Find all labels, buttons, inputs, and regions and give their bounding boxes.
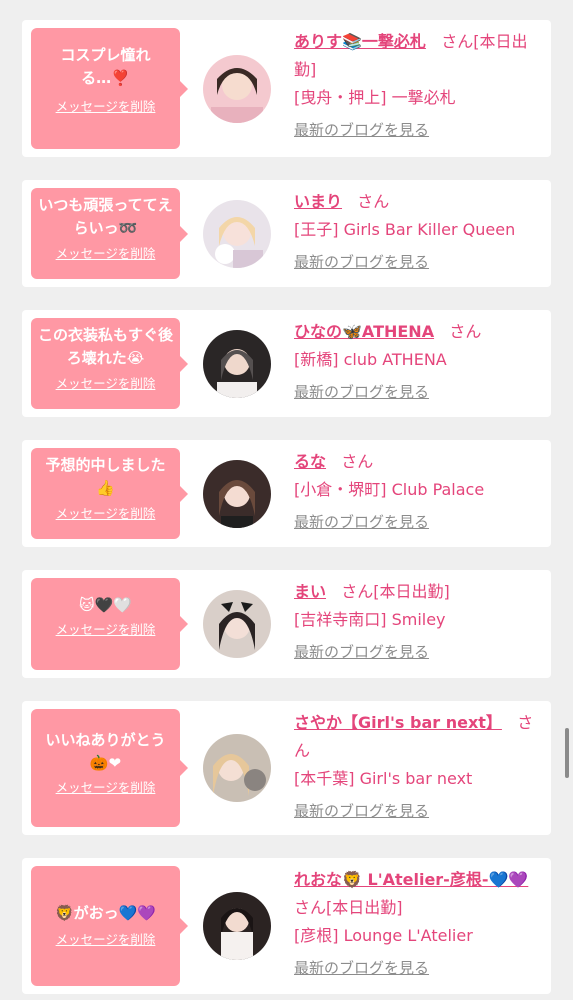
san-suffix: さん — [341, 452, 374, 471]
today-badge: [本日出勤] — [373, 582, 450, 601]
shop-label: [王子] Girls Bar Killer Queen — [294, 220, 516, 239]
delete-message-link[interactable]: メッセージを削除 — [31, 619, 180, 638]
san-suffix: さん — [357, 192, 390, 211]
shop-label: [彦根] Lounge L'Atelier — [294, 926, 473, 945]
latest-blog-link[interactable]: 最新のブログを見る — [294, 954, 544, 982]
message-card: 🐱🖤🤍 メッセージを削除 まい さん[本日出勤] [吉祥寺南口] Smiley … — [22, 570, 551, 678]
cast-name-link[interactable]: れおな🦁 L'Atelier-彦根-💙💜 — [294, 870, 528, 889]
latest-blog-link[interactable]: 最新のブログを見る — [294, 378, 544, 406]
message-text: コスプレ憧れる…❣️ — [60, 46, 151, 87]
san-suffix: さん — [294, 898, 327, 917]
cast-name-link[interactable]: まい — [294, 582, 326, 601]
cast-info: さやか【Girl's bar next】 さん [本千葉] Girl's bar… — [294, 709, 544, 825]
message-card: いつも頑張っててえらいっ➿ メッセージを削除 いまり さん [王子] Girls… — [22, 180, 551, 287]
shop-label: [小倉・堺町] Club Palace — [294, 480, 485, 499]
cast-info: れおな🦁 L'Atelier-彦根-💙💜 さん[本日出勤] [彦根] Loung… — [294, 866, 544, 982]
latest-blog-link[interactable]: 最新のブログを見る — [294, 116, 544, 144]
today-badge: [本日出勤] — [326, 898, 403, 917]
message-card: 🦁がおっ💙💜 メッセージを削除 れおな🦁 L'Atelier-彦根-💙💜 さん[… — [22, 858, 551, 994]
san-suffix: さん — [341, 582, 374, 601]
message-text: 予想的中しました👍 — [45, 456, 166, 497]
cast-name-link[interactable]: ありす📚一撃必札 — [294, 32, 426, 51]
cast-name-link[interactable]: いまり — [294, 192, 342, 211]
message-card: 予想的中しました👍 メッセージを削除 るな さん [小倉・堺町] Club Pa… — [22, 440, 551, 547]
san-suffix: さん — [441, 32, 474, 51]
message-bubble: 🐱🖤🤍 メッセージを削除 — [31, 578, 188, 670]
shop-label: [曳舟・押上] 一撃必札 — [294, 88, 456, 107]
latest-blog-link[interactable]: 最新のブログを見る — [294, 638, 544, 666]
delete-message-link[interactable]: メッセージを削除 — [31, 373, 180, 392]
message-bubble: コスプレ憧れる…❣️ メッセージを削除 — [31, 28, 188, 149]
message-bubble: この衣装私もすぐ後ろ壊れた😭 メッセージを削除 — [31, 318, 188, 409]
cast-info: いまり さん [王子] Girls Bar Killer Queen 最新のブロ… — [294, 188, 544, 276]
avatar[interactable] — [203, 892, 271, 960]
message-bubble: いつも頑張っててえらいっ➿ メッセージを削除 — [31, 188, 188, 279]
cast-name-link[interactable]: るな — [294, 452, 326, 471]
message-card: いいねありがとう🎃❤ メッセージを削除 さやか【Girl's bar next】… — [22, 701, 551, 835]
avatar[interactable] — [203, 590, 271, 658]
delete-message-link[interactable]: メッセージを削除 — [31, 96, 180, 115]
avatar[interactable] — [203, 330, 271, 398]
message-text: いつも頑張っててえらいっ➿ — [38, 196, 173, 237]
avatar[interactable] — [203, 460, 271, 528]
message-card: コスプレ憧れる…❣️ メッセージを削除 ありす📚一撃必札 さん[本日出勤] [曳… — [22, 20, 551, 157]
cast-info: まい さん[本日出勤] [吉祥寺南口] Smiley 最新のブログを見る — [294, 578, 544, 666]
message-text: この衣装私もすぐ後ろ壊れた😭 — [37, 326, 173, 367]
latest-blog-link[interactable]: 最新のブログを見る — [294, 508, 544, 536]
cast-name-link[interactable]: さやか【Girl's bar next】 — [294, 713, 502, 732]
cast-info: るな さん [小倉・堺町] Club Palace 最新のブログを見る — [294, 448, 544, 536]
latest-blog-link[interactable]: 最新のブログを見る — [294, 248, 544, 276]
cast-info: ありす📚一撃必札 さん[本日出勤] [曳舟・押上] 一撃必札 最新のブログを見る — [294, 28, 544, 144]
cast-info: ひなの🦋ATHENA さん [新橋] club ATHENA 最新のブログを見る — [294, 318, 544, 406]
message-card: この衣装私もすぐ後ろ壊れた😭 メッセージを削除 ひなの🦋ATHENA さん [新… — [22, 310, 551, 417]
message-text: 🦁がおっ💙💜 — [54, 904, 157, 922]
avatar[interactable] — [203, 55, 271, 123]
message-text: 🐱🖤🤍 — [79, 596, 132, 614]
san-suffix: さん — [449, 322, 482, 341]
delete-message-link[interactable]: メッセージを削除 — [31, 777, 180, 796]
avatar[interactable] — [203, 200, 271, 268]
cast-name-link[interactable]: ひなの🦋ATHENA — [294, 322, 434, 341]
delete-message-link[interactable]: メッセージを削除 — [31, 503, 180, 522]
message-bubble: 🦁がおっ💙💜 メッセージを削除 — [31, 866, 188, 986]
shop-label: [本千葉] Girl's bar next — [294, 769, 473, 788]
delete-message-link[interactable]: メッセージを削除 — [31, 243, 180, 262]
message-text: いいねありがとう🎃❤ — [45, 731, 166, 772]
avatar[interactable] — [203, 734, 271, 802]
message-bubble: 予想的中しました👍 メッセージを削除 — [31, 448, 188, 539]
delete-message-link[interactable]: メッセージを削除 — [31, 929, 180, 948]
scrollbar[interactable] — [565, 728, 569, 778]
shop-label: [新橋] club ATHENA — [294, 350, 447, 369]
latest-blog-link[interactable]: 最新のブログを見る — [294, 797, 544, 825]
message-bubble: いいねありがとう🎃❤ メッセージを削除 — [31, 709, 188, 827]
shop-label: [吉祥寺南口] Smiley — [294, 610, 446, 629]
